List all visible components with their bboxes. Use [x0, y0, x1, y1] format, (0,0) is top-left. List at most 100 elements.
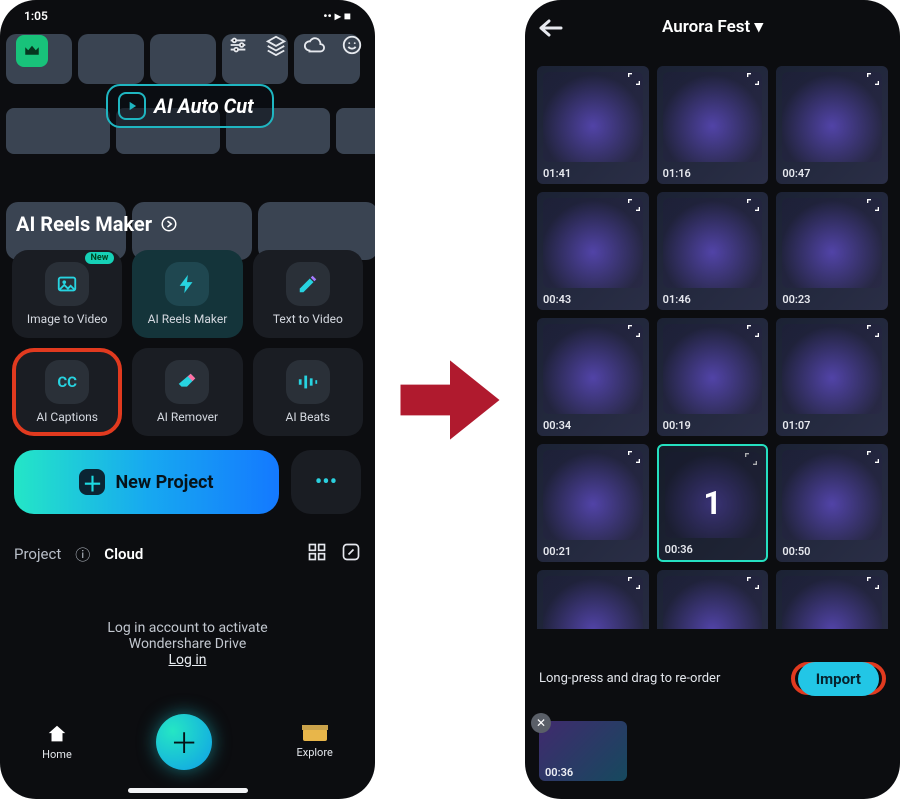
- cc-icon: CC: [45, 360, 89, 404]
- media-item[interactable]: 01:41: [537, 66, 649, 184]
- drive-line1: Log in account to activate: [0, 620, 375, 636]
- feat-ai-captions[interactable]: CC AI Captions: [12, 348, 122, 436]
- new-project-row: ＋ New Project •••: [14, 450, 361, 514]
- tab-cloud[interactable]: Cloud: [104, 545, 143, 563]
- nav-explore[interactable]: Explore: [297, 725, 333, 759]
- media-duration: 00:47: [782, 167, 810, 180]
- expand-icon[interactable]: [626, 71, 644, 89]
- media-item[interactable]: [776, 570, 888, 629]
- section-reels-title[interactable]: AI Reels Maker: [16, 212, 178, 236]
- media-item[interactable]: 00:47: [776, 66, 888, 184]
- media-item[interactable]: 00:34: [537, 318, 649, 436]
- thumb[interactable]: [78, 34, 144, 84]
- play-badge-icon: [118, 92, 146, 120]
- top-icon-row: [225, 32, 365, 58]
- cloud-icon[interactable]: [301, 32, 327, 58]
- expand-icon[interactable]: [865, 449, 883, 467]
- media-duration: 00:19: [663, 419, 691, 432]
- image-icon: [45, 262, 89, 306]
- login-link[interactable]: Log in: [169, 652, 207, 668]
- expand-icon[interactable]: [745, 71, 763, 89]
- selected-chip[interactable]: ✕ 00:36: [539, 721, 627, 781]
- settings-icon[interactable]: [225, 32, 251, 58]
- media-duration: 00:34: [543, 419, 571, 432]
- selected-dur: 00:36: [545, 766, 573, 779]
- thumb[interactable]: [336, 108, 375, 154]
- layers-icon[interactable]: [263, 32, 289, 58]
- smile-icon[interactable]: [339, 32, 365, 58]
- tabs-row: Project ⓘ Cloud: [14, 542, 361, 566]
- expand-icon[interactable]: [626, 449, 644, 467]
- section-reels-label: AI Reels Maker: [16, 212, 152, 236]
- more-button[interactable]: •••: [291, 450, 361, 514]
- media-duration: 00:43: [543, 293, 571, 306]
- expand-icon[interactable]: [626, 323, 644, 341]
- media-item[interactable]: [657, 570, 769, 629]
- media-item[interactable]: 01:46: [657, 192, 769, 310]
- pro-badge[interactable]: [16, 35, 48, 67]
- chevron-right-circle-icon: [160, 215, 178, 233]
- feat-text-to-video[interactable]: Text to Video: [253, 250, 363, 338]
- thumb[interactable]: [6, 108, 110, 154]
- media-item[interactable]: 00:21: [537, 444, 649, 562]
- bottom-nav: Home ＋ Explore: [0, 707, 375, 777]
- expand-icon[interactable]: [865, 575, 883, 593]
- feat-ai-remover[interactable]: AI Remover: [132, 348, 242, 436]
- plus-icon: ＋: [170, 722, 198, 762]
- feat-label: AI Reels Maker: [148, 312, 228, 326]
- media-item[interactable]: 01:07: [776, 318, 888, 436]
- new-badge: New: [85, 252, 115, 264]
- media-item[interactable]: 00:43: [537, 192, 649, 310]
- feat-label: Image to Video: [27, 312, 108, 326]
- media-duration: 01:07: [782, 419, 810, 432]
- feat-image-to-video[interactable]: New Image to Video: [12, 250, 122, 338]
- media-item[interactable]: 100:36: [657, 444, 769, 562]
- ai-auto-cut-callout[interactable]: AI Auto Cut: [106, 84, 274, 128]
- feat-label: Text to Video: [273, 312, 343, 326]
- expand-icon[interactable]: [865, 197, 883, 215]
- expand-icon[interactable]: [626, 197, 644, 215]
- expand-icon[interactable]: [865, 71, 883, 89]
- expand-icon[interactable]: [745, 323, 763, 341]
- media-item[interactable]: [537, 570, 649, 629]
- media-item[interactable]: 00:19: [657, 318, 769, 436]
- feat-label: AI Remover: [157, 410, 218, 424]
- picker-header: Aurora Fest ▾: [525, 0, 900, 54]
- album-title[interactable]: Aurora Fest ▾: [662, 17, 763, 37]
- feat-label: AI Beats: [286, 410, 331, 424]
- new-project-button[interactable]: ＋ New Project: [14, 450, 279, 514]
- drive-message: Log in account to activate Wondershare D…: [0, 620, 375, 668]
- beats-icon: [286, 360, 330, 404]
- dots-icon: •••: [315, 470, 337, 495]
- media-item[interactable]: 00:23: [776, 192, 888, 310]
- media-duration: 01:16: [663, 167, 691, 180]
- create-fab[interactable]: ＋: [156, 714, 212, 770]
- expand-icon[interactable]: [745, 197, 763, 215]
- nav-home[interactable]: Home: [42, 723, 72, 761]
- nav-explore-label: Explore: [297, 746, 333, 759]
- grid-icon[interactable]: [307, 542, 327, 566]
- expand-icon[interactable]: [626, 575, 644, 593]
- media-item[interactable]: 00:50: [776, 444, 888, 562]
- eraser-icon: [165, 360, 209, 404]
- picker-toolbar: Long-press and drag to re-order Import: [539, 662, 886, 695]
- media-duration: 00:23: [782, 293, 810, 306]
- home-icon: [46, 723, 68, 745]
- info-icon[interactable]: ⓘ: [75, 544, 90, 565]
- phone-right: Aurora Fest ▾ 01:41 01:16 00:47 00:43 01:46 0…: [525, 0, 900, 799]
- edit-icon[interactable]: [341, 542, 361, 566]
- thumb[interactable]: [150, 34, 216, 84]
- feat-ai-beats[interactable]: AI Beats: [253, 348, 363, 436]
- media-item[interactable]: 01:16: [657, 66, 769, 184]
- back-button[interactable]: [539, 18, 565, 43]
- remove-icon[interactable]: ✕: [531, 713, 551, 733]
- feat-ai-reels[interactable]: AI Reels Maker: [132, 250, 242, 338]
- import-button[interactable]: Import: [798, 662, 879, 696]
- media-duration: 00:50: [782, 545, 810, 558]
- arrow-right-icon: [395, 345, 505, 455]
- bolt-icon: [165, 262, 209, 306]
- feature-grid: New Image to Video AI Reels Maker Text t…: [12, 250, 363, 436]
- expand-icon[interactable]: [865, 323, 883, 341]
- expand-icon[interactable]: [745, 575, 763, 593]
- tab-project[interactable]: Project: [14, 545, 61, 563]
